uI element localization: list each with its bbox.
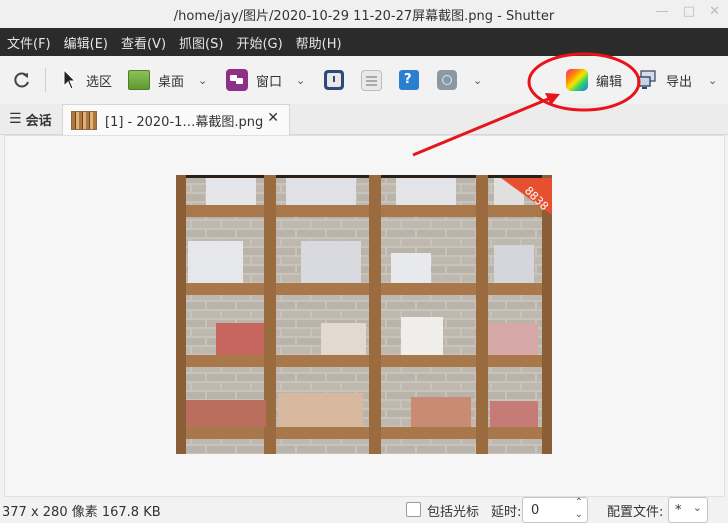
spinner-down-icon[interactable]: ⌄ bbox=[575, 509, 583, 520]
image-info: 377 x 280 像素 167.8 KB bbox=[2, 504, 161, 520]
include-cursor-label: 包括光标 bbox=[427, 504, 480, 520]
spinner-up-icon[interactable]: ⌃ bbox=[575, 497, 583, 508]
annotation-arrow-line bbox=[412, 95, 554, 157]
annotation-overlay bbox=[412, 52, 641, 157]
delay-label: 延时: bbox=[491, 504, 522, 520]
status-bar: 377 x 280 像素 167.8 KB 包括光标 延时: 0 ⌃ ⌄ 配置文… bbox=[0, 497, 728, 523]
profile-label: 配置文件: bbox=[607, 504, 664, 520]
include-cursor-checkbox[interactable] bbox=[406, 502, 421, 517]
delay-spinner[interactable]: 0 ⌃ ⌄ bbox=[522, 497, 588, 523]
profile-dropdown-chevron-icon: ⌄ bbox=[692, 501, 702, 514]
profile-value: * bbox=[675, 502, 682, 518]
delay-value: 0 bbox=[531, 502, 540, 518]
profile-select[interactable]: * ⌄ bbox=[668, 497, 708, 523]
